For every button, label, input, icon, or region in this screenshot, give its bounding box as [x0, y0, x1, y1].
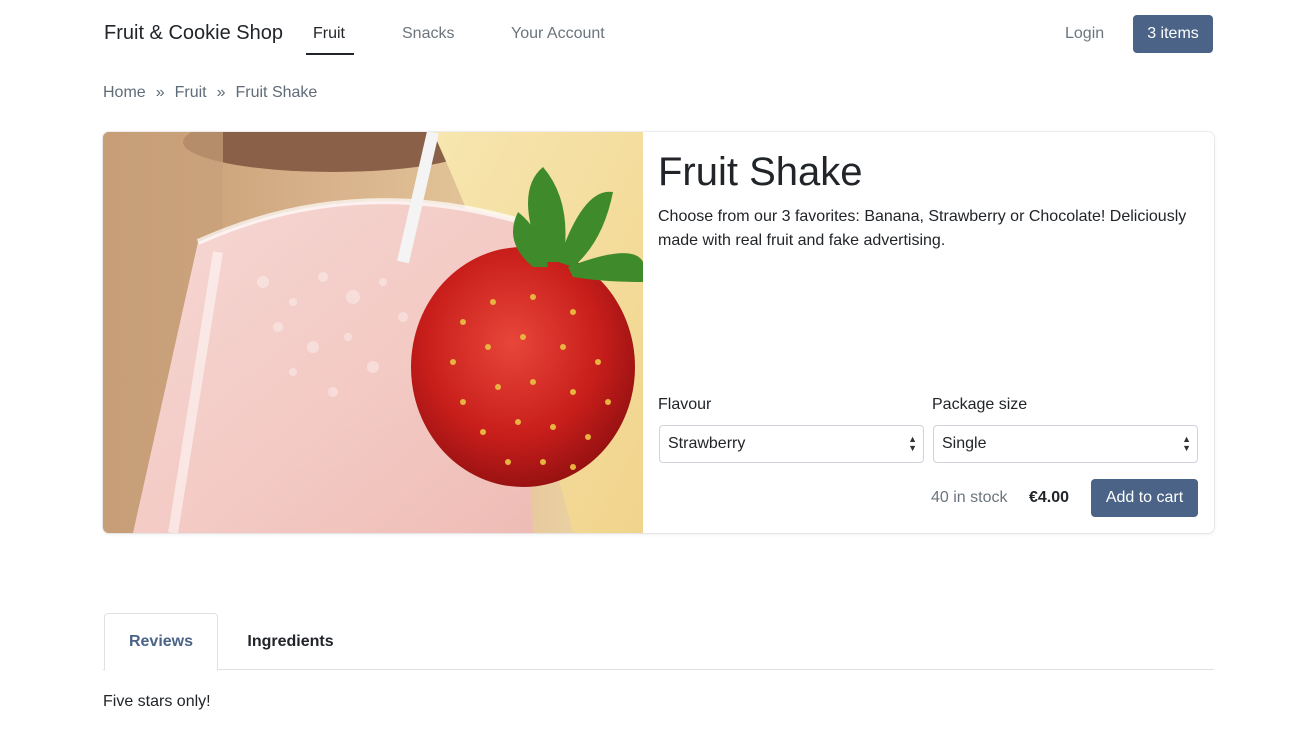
product-image [103, 132, 643, 533]
package-size-select-value: Single [942, 435, 987, 452]
nav-link-fruit[interactable]: Fruit [313, 25, 345, 43]
flavour-select[interactable]: Strawberry ▲ ▼ [659, 425, 924, 463]
tab-reviews[interactable]: Reviews [104, 613, 218, 671]
breadcrumb-separator: » [155, 84, 165, 101]
add-to-cart-button[interactable]: Add to cart [1091, 479, 1198, 517]
product-card: Fruit Shake Choose from our 3 favorites:… [103, 132, 1214, 533]
breadcrumb-current: Fruit Shake [235, 84, 318, 101]
flavour-select-value: Strawberry [668, 435, 746, 452]
updown-arrows-icon: ▲ ▼ [1182, 434, 1191, 453]
breadcrumb-fruit[interactable]: Fruit [175, 84, 207, 102]
login-link[interactable]: Login [1065, 25, 1104, 43]
tab-content-reviews: Five stars only! [103, 693, 211, 710]
breadcrumb-home[interactable]: Home [103, 84, 146, 102]
updown-arrows-icon: ▲ ▼ [908, 434, 917, 453]
tab-ingredients[interactable]: Ingredients [233, 613, 348, 670]
product-description: Choose from our 3 favorites: Banana, Str… [658, 208, 1187, 249]
breadcrumb-separator: » [216, 84, 226, 101]
flavour-label: Flavour [658, 396, 712, 413]
product-title: Fruit Shake [658, 150, 863, 194]
navbar: Fruit & Cookie Shop Fruit Snacks Your Ac… [0, 0, 1296, 68]
cart-button[interactable]: 3 items [1133, 15, 1213, 53]
nav-link-your-account[interactable]: Your Account [511, 25, 605, 43]
nav-link-snacks[interactable]: Snacks [402, 25, 454, 43]
active-nav-indicator [306, 53, 354, 55]
stock-text: 40 in stock [931, 489, 1008, 506]
product-details: Fruit Shake Choose from our 3 favorites:… [658, 132, 1198, 533]
package-size-label: Package size [932, 396, 1028, 413]
price: €4.00 [1029, 489, 1070, 506]
breadcrumb: Home » Fruit » Fruit Shake [103, 84, 317, 102]
brand-logo[interactable]: Fruit & Cookie Shop [104, 22, 283, 45]
package-size-select[interactable]: Single ▲ ▼ [933, 425, 1198, 463]
product-tabs: Reviews Ingredients [103, 613, 1214, 671]
